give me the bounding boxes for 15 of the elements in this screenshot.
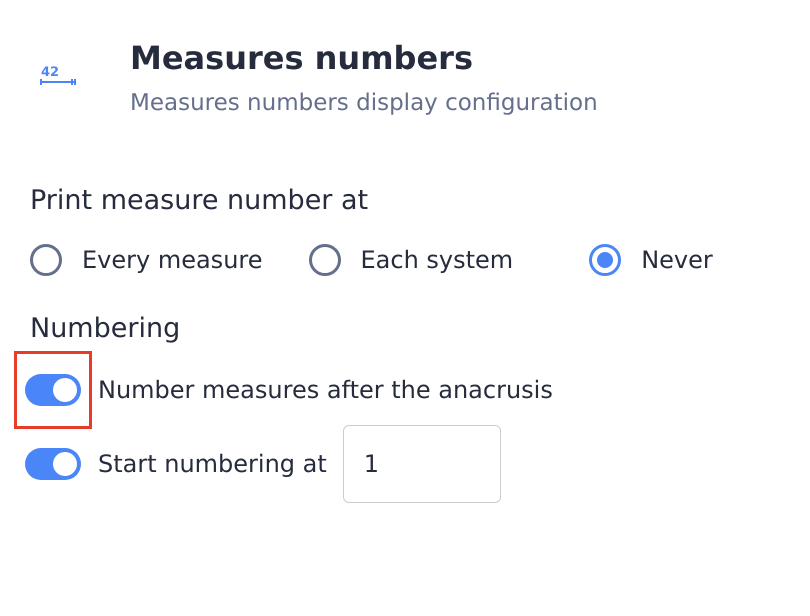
section-heading: Print measure number at xyxy=(30,184,370,218)
panel-subtitle: Measures numbers display configuration xyxy=(130,90,598,116)
radio-label: Each system xyxy=(360,246,514,274)
number-input[interactable]: 1 xyxy=(342,425,501,503)
radio-label: Never xyxy=(641,246,713,274)
toggle-label: Start numbering at xyxy=(98,450,327,478)
panel-title: Measures numbers xyxy=(130,38,474,78)
toggle-label: Number measures after the anacrusis xyxy=(98,376,553,404)
radio-button[interactable] xyxy=(589,244,622,276)
section-heading: Numbering xyxy=(30,312,182,346)
toggle-switch[interactable] xyxy=(25,374,81,406)
radio-button[interactable] xyxy=(30,244,62,276)
radio-label: Every measure xyxy=(82,246,263,274)
radio-button[interactable] xyxy=(308,244,341,276)
toggle-switch[interactable] xyxy=(25,448,81,480)
